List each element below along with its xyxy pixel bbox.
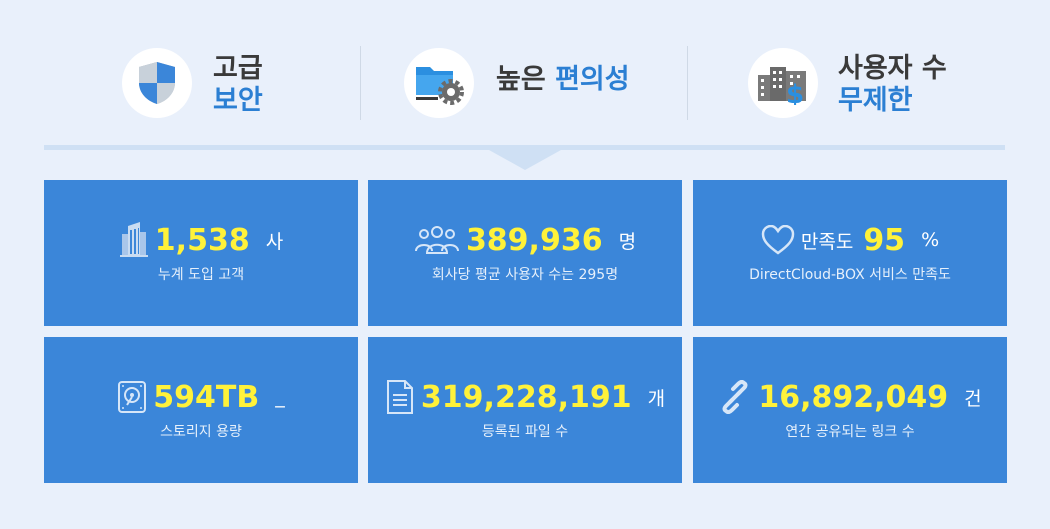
divider-2 [687,46,688,120]
shield-icon [122,48,192,118]
stat-card-customers: 1,538 사 누계 도입 고객 [44,180,358,326]
stat-description: DirectCloud-BOX 서비스 만족도 [749,267,951,283]
stat-value: 594TB [153,379,260,415]
stat-unit: 명 [618,230,637,253]
stat-card-files: 319,228,191 개 등록된 파일 수 [368,337,682,483]
stat-unit: 개 [647,387,666,410]
pointer-triangle [489,150,561,170]
stat-prefix: 만족도 [800,230,854,253]
stat-value: 16,892,049 [758,379,949,415]
stat-value: 1,538 [154,222,250,258]
feature-2-title: 높은 편의성 [496,63,630,96]
stat-card-storage: 594TB _ 스토리지 용량 [44,337,358,483]
users-icon [414,225,460,255]
stat-unit: 건 [964,387,982,410]
heart-icon [761,225,795,255]
divider-1 [360,46,361,120]
link-icon [718,380,752,414]
stat-row: 319,228,191 개 [368,377,682,417]
stat-value: 95 [863,222,906,258]
stat-unit: % [921,229,940,251]
document-icon [385,379,415,415]
stat-description: 연간 공유되는 링크 수 [785,424,915,440]
stat-row: 1,538 사 [44,220,358,260]
feature-2-blue: 편의성 [555,64,630,95]
stat-description: 누계 도입 고객 [157,267,245,283]
stat-row: 만족도 95 % [693,220,1007,260]
stat-description: 회사당 평균 사용자 수는 295명 [431,267,619,283]
stat-row: 389,936 명 [368,220,682,260]
stat-card-users: 389,936 명 회사당 평균 사용자 수는 295명 [368,180,682,326]
folder-gear-icon [404,48,474,118]
stat-unit: _ [275,386,285,408]
stat-value: 319,228,191 [420,379,632,415]
stat-card-links: 16,892,049 건 연간 공유되는 링크 수 [693,337,1007,483]
feature-3-line2: 무제한 [838,85,913,116]
stat-unit: 사 [265,230,284,253]
stat-description: 등록된 파일 수 [481,424,569,440]
feature-3-line1: 사용자 수 [838,53,947,84]
feature-1-line2: 보안 [213,85,263,116]
building-icon [119,222,149,258]
stat-row: 16,892,049 건 [693,377,1007,417]
feature-2-dark: 높은 [496,64,546,95]
stat-card-satisfaction: 만족도 95 % DirectCloud-BOX 서비스 만족도 [693,180,1007,326]
svg-text:$: $ [786,80,804,105]
feature-1-line1: 고급 [213,53,263,84]
buildings-dollar-icon: $ [748,48,818,118]
hard-drive-icon [117,380,147,414]
stat-description: 스토리지 용량 [160,424,242,440]
stat-row: 594TB _ [44,377,358,417]
stat-value: 389,936 [465,222,603,258]
